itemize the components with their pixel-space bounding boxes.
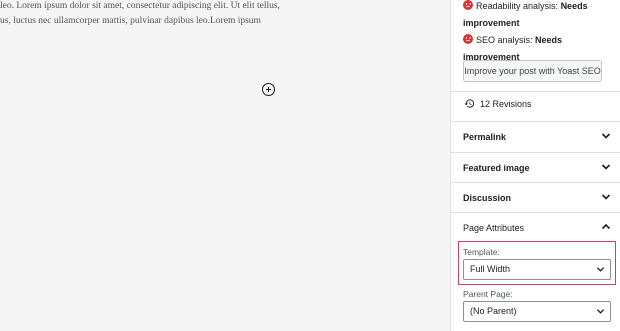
- parent-page-select[interactable]: (No Parent): [463, 301, 611, 322]
- chevron-down-icon: [596, 309, 605, 314]
- panel-title: Discussion: [463, 193, 512, 203]
- sad-face-icon: [463, 34, 473, 44]
- editor-canvas[interactable]: leo. Lorem ipsum dolor sit amet, consect…: [0, 0, 450, 331]
- panel-title: Featured image: [463, 163, 530, 173]
- chevron-down-icon: [601, 133, 611, 139]
- panel-featured-image[interactable]: Featured image: [451, 153, 620, 183]
- template-select[interactable]: Full Width: [463, 259, 611, 280]
- panel-page-attributes[interactable]: Page Attributes: [451, 213, 620, 243]
- improve-with-yoast-button[interactable]: Improve your post with Yoast SEO: [463, 60, 602, 82]
- chevron-up-icon: [601, 223, 611, 230]
- panel-title: Page Attributes: [463, 223, 525, 233]
- divider: [451, 91, 620, 92]
- paragraph-text-line[interactable]: leo. Lorem ipsum dolor sit amet, consect…: [0, 1, 280, 11]
- revisions-link[interactable]: 12 Revisions: [464, 98, 532, 109]
- paragraph-text-line[interactable]: us, luctus nec ullamcorper mattis, pulvi…: [0, 16, 261, 26]
- chevron-down-icon: [596, 267, 605, 272]
- template-label: Template:: [463, 247, 500, 257]
- chevron-down-icon: [601, 194, 611, 200]
- add-block-icon[interactable]: [262, 83, 275, 96]
- readability-analysis: Readability analysis: Needs: [463, 0, 588, 15]
- panel-title: Permalink: [463, 132, 507, 142]
- panel-permalink[interactable]: Permalink: [451, 122, 620, 152]
- readability-status: improvement: [463, 18, 520, 28]
- template-select-value: Full Width: [470, 264, 511, 274]
- panel-discussion[interactable]: Discussion: [451, 183, 620, 213]
- parent-page-label: Parent Page:: [463, 289, 513, 299]
- history-icon: [464, 99, 475, 108]
- parent-page-select-value: (No Parent): [470, 306, 517, 316]
- chevron-down-icon: [601, 164, 611, 170]
- sad-face-icon: [463, 0, 473, 10]
